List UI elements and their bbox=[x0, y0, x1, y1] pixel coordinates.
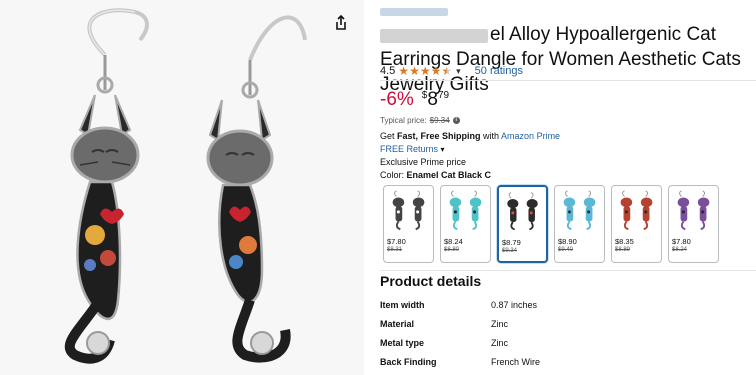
free-returns[interactable]: FREE Returns ▾ bbox=[380, 144, 445, 154]
swatch-price: $7.80 bbox=[387, 237, 406, 246]
star-icon: ★ bbox=[419, 64, 431, 78]
divider bbox=[380, 270, 756, 271]
color-swatch[interactable]: $8.35 $8.89 bbox=[611, 185, 662, 263]
brand-link-redacted[interactable] bbox=[380, 8, 448, 16]
color-value: Enamel Cat Black C bbox=[406, 170, 492, 180]
spec-value: 0.87 inches bbox=[491, 300, 538, 310]
product-image[interactable] bbox=[0, 0, 364, 375]
swatch-was-price: $9.34 bbox=[502, 248, 518, 254]
spec-key: Metal type bbox=[380, 338, 425, 348]
star-rating[interactable]: ★ ★ ★ ★ ★ bbox=[398, 65, 452, 77]
typical-price-value: $9.34 bbox=[429, 116, 450, 125]
chevron-down-icon: ▾ bbox=[440, 145, 445, 154]
color-swatch[interactable]: $7.80 $8.24 bbox=[668, 185, 719, 263]
color-label-prefix: Color: bbox=[380, 170, 407, 180]
swatch-was-price: $8.80 bbox=[444, 247, 460, 253]
shipping-mid: with bbox=[480, 131, 502, 141]
spec-row: Item width 0.87 inches bbox=[380, 300, 537, 310]
swatch-was-price: $8.89 bbox=[615, 247, 631, 253]
spec-key: Material bbox=[380, 319, 415, 329]
typical-price: Typical price: $9.34 i bbox=[380, 116, 460, 125]
color-swatch[interactable]: $8.24 $8.80 bbox=[440, 185, 491, 263]
free-returns-label: FREE Returns bbox=[380, 144, 439, 154]
star-icon: ★ bbox=[409, 64, 420, 78]
color-label: Color: Enamel Cat Black C bbox=[380, 170, 491, 180]
product-info: el Alloy Hypoallergenic Cat Earrings Dan… bbox=[380, 0, 756, 375]
product-details-heading: Product details bbox=[380, 273, 482, 289]
color-swatch[interactable]: $8.90 $9.40 bbox=[554, 185, 605, 263]
star-icon: ★ bbox=[430, 64, 442, 78]
swatch-price: $8.79 bbox=[502, 238, 521, 247]
swatch-thumbnail bbox=[677, 190, 710, 231]
swatch-was-price: $8.24 bbox=[672, 247, 688, 253]
swatch-thumbnail bbox=[449, 190, 482, 231]
swatch-thumbnail bbox=[392, 190, 425, 231]
swatch-was-price: $9.40 bbox=[558, 247, 574, 253]
price-fraction: 79 bbox=[437, 90, 450, 101]
spec-key: Item width bbox=[380, 300, 425, 310]
spec-value: French Wire bbox=[491, 357, 541, 367]
spec-row: Back Finding French Wire bbox=[380, 357, 540, 367]
spec-row: Metal type Zinc bbox=[380, 338, 508, 348]
discount-percent: -6% bbox=[380, 89, 414, 110]
cat-earrings-image bbox=[64, 8, 307, 364]
spec-value: Zinc bbox=[491, 338, 509, 348]
spec-key: Back Finding bbox=[380, 357, 437, 367]
swatch-was-price: $8.31 bbox=[387, 247, 403, 253]
rating-row: 4.5 ★ ★ ★ ★ ★ ▾ 50 ratings bbox=[380, 64, 523, 78]
product-title: el Alloy Hypoallergenic Cat Earrings Dan… bbox=[380, 24, 741, 95]
share-icon[interactable] bbox=[332, 14, 350, 32]
ratings-count-link[interactable]: 50 ratings bbox=[475, 65, 523, 77]
shipping-prefix: Get bbox=[380, 131, 398, 141]
swatch-price: $8.24 bbox=[444, 237, 463, 246]
shipping-info: Get Fast, Free Shipping with Amazon Prim… bbox=[380, 131, 560, 141]
rating-value: 4.5 bbox=[380, 65, 396, 77]
amazon-prime-link[interactable]: Amazon Prime bbox=[501, 131, 560, 141]
shipping-bold: Fast, Free Shipping bbox=[397, 131, 481, 141]
swatch-price: $7.80 bbox=[672, 237, 691, 246]
price-row: -6% $ 8 79 bbox=[380, 88, 449, 112]
spec-value: Zinc bbox=[491, 319, 509, 329]
half-star-icon: ★ bbox=[441, 64, 453, 78]
swatch-price: $8.35 bbox=[615, 237, 634, 246]
typical-price-label: Typical price: bbox=[380, 116, 427, 125]
price-whole: 8 bbox=[427, 89, 438, 110]
chevron-down-icon[interactable]: ▾ bbox=[456, 66, 461, 77]
swatch-thumbnail bbox=[620, 190, 653, 231]
color-swatches: $7.80 $8.31 $8.24 $8.80 $8.79 $9.34 $8.90 $9.40… bbox=[383, 185, 719, 263]
swatch-thumbnail bbox=[507, 192, 538, 231]
exclusive-prime-price: Exclusive Prime price bbox=[380, 157, 467, 167]
info-icon[interactable]: i bbox=[452, 117, 460, 124]
color-swatch[interactable]: $7.80 $8.31 bbox=[383, 185, 434, 263]
star-icon: ★ bbox=[398, 64, 410, 78]
divider bbox=[380, 80, 756, 81]
swatch-price: $8.90 bbox=[558, 237, 577, 246]
spec-row: Material Zinc bbox=[380, 319, 508, 329]
swatch-thumbnail bbox=[563, 190, 596, 231]
color-swatch[interactable]: $8.79 $9.34 bbox=[497, 185, 548, 263]
